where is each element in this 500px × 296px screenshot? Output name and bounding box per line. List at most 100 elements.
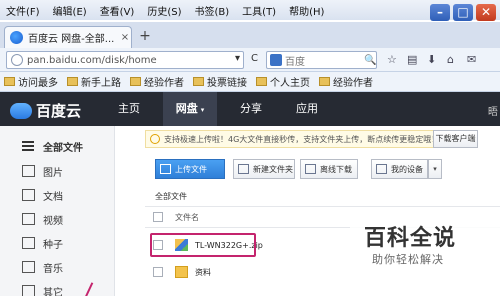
download-client-button[interactable]: 下载客户端	[433, 130, 478, 148]
bookmark-label: 新手上路	[81, 78, 121, 89]
file-name[interactable]: 资料	[195, 267, 211, 278]
document-icon	[22, 189, 35, 201]
nav-apps[interactable]: 应用	[285, 92, 329, 126]
bookmark-label: 投票链接	[207, 78, 247, 89]
watermark-title: 百科全说	[364, 226, 457, 251]
logo-text: 百度云	[36, 102, 82, 120]
bookmark-label: 经验作者	[144, 78, 184, 89]
folder-icon	[319, 77, 330, 86]
menu-tools[interactable]: 工具(T)	[242, 3, 276, 18]
menu-bar: 文件(F) 编辑(E) 查看(V) 历史(S) 书签(B) 工具(T) 帮助(H…	[0, 0, 500, 20]
sidebar-item-label: 图片	[43, 167, 63, 179]
bookmark-item[interactable]: 经验作者	[319, 74, 373, 89]
baidu-header: 百度云 主页 网盘 ▾ 分享 应用 晤	[0, 92, 500, 126]
globe-icon	[11, 54, 23, 66]
menu-help[interactable]: 帮助(H)	[289, 3, 324, 18]
column-filename[interactable]: 文件名	[175, 212, 199, 223]
folder-icon	[175, 266, 188, 278]
sidebar-item-label: 视频	[43, 215, 63, 227]
baidu-favicon-icon	[10, 31, 23, 44]
folder-icon	[193, 77, 204, 86]
minimize-button[interactable]: –	[430, 4, 450, 21]
offline-download-button[interactable]: 离线下载	[300, 159, 358, 179]
search-icon[interactable]: 🔍	[364, 55, 376, 66]
bookmarks-bar: 访问最多 新手上路 经验作者 投票链接 个人主页 经验作者	[0, 72, 500, 92]
notice-banner: 支持极速上传啦！4G大文件直接秒传，支持文件夹上传，断点续传更稳定哦！	[145, 130, 455, 148]
address-bar[interactable]: pan.baidu.com/disk/home	[6, 51, 244, 69]
search-engine-icon[interactable]	[270, 54, 282, 66]
menu-history[interactable]: 历史(S)	[147, 3, 181, 18]
bt-icon	[22, 237, 35, 249]
new-folder-button[interactable]: 新建文件夹	[233, 159, 295, 179]
nav-share[interactable]: 分享	[229, 92, 273, 126]
sidebar-item-all-files[interactable]: 全部文件	[0, 134, 115, 158]
select-all-checkbox[interactable]	[153, 212, 163, 222]
offline-download-icon	[305, 164, 316, 174]
cloud-logo-icon	[10, 102, 32, 119]
chevron-down-icon: ▾	[200, 106, 205, 114]
reload-icon[interactable]: C	[251, 53, 258, 64]
sidebar: 全部文件 图片 文档 视频 种子 音乐 其它	[0, 126, 115, 296]
sidebar-item-other[interactable]: 其它	[0, 279, 115, 296]
navigation-bar: pan.baidu.com/disk/home ▾ C 百度 🔍 ☆ ▤ ⬇ ⌂…	[0, 48, 500, 72]
sidebar-item-label: 文档	[43, 191, 63, 203]
upload-label: 上传文件	[175, 164, 207, 174]
sidebar-item-documents[interactable]: 文档	[0, 183, 115, 207]
other-icon	[22, 285, 35, 296]
breadcrumb[interactable]: 全部文件	[155, 191, 187, 202]
bookmark-item[interactable]: 新手上路	[67, 74, 121, 89]
search-box[interactable]: 百度 🔍	[266, 51, 377, 69]
tab-close-icon[interactable]: ×	[119, 32, 131, 43]
sidebar-item-music[interactable]: 音乐	[0, 255, 115, 279]
upload-button[interactable]: 上传文件	[155, 159, 225, 179]
nav-netdisk-label: 网盘	[175, 102, 198, 115]
bookmarks-list-icon[interactable]: ▤	[407, 53, 417, 66]
nav-netdisk[interactable]: 网盘 ▾	[163, 92, 217, 126]
bookmark-label: 个人主页	[270, 78, 310, 89]
browser-tab[interactable]: 百度云 网盘-全部... ×	[4, 26, 132, 48]
user-name[interactable]: 晤	[488, 103, 498, 118]
folder-icon	[130, 77, 141, 86]
bookmark-item[interactable]: 经验作者	[130, 74, 184, 89]
new-folder-icon	[238, 164, 249, 174]
upload-icon	[160, 164, 171, 174]
bookmark-item[interactable]: 访问最多	[4, 74, 58, 89]
menu-view[interactable]: 查看(V)	[100, 3, 135, 18]
menu-file[interactable]: 文件(F)	[6, 3, 40, 18]
bookmark-item[interactable]: 个人主页	[256, 74, 310, 89]
sidebar-item-label: 其它	[43, 287, 63, 296]
tab-bar: 百度云 网盘-全部... × +	[0, 22, 500, 48]
mail-icon[interactable]: ✉	[467, 53, 476, 66]
sidebar-item-images[interactable]: 图片	[0, 159, 115, 183]
baidu-cloud-logo[interactable]: 百度云	[10, 100, 81, 121]
sidebar-item-torrents[interactable]: 种子	[0, 231, 115, 255]
home-icon[interactable]: ⌂	[447, 53, 454, 66]
nav-home[interactable]: 主页	[107, 92, 151, 126]
download-icon[interactable]: ⬇	[427, 53, 436, 66]
menu-edit[interactable]: 编辑(E)	[53, 3, 87, 18]
sidebar-item-videos[interactable]: 视频	[0, 207, 115, 231]
highlight-box	[150, 233, 256, 257]
row-checkbox[interactable]	[153, 267, 163, 277]
video-icon	[22, 213, 35, 225]
image-icon	[22, 165, 35, 177]
bookmark-item[interactable]: 投票链接	[193, 74, 247, 89]
star-icon[interactable]: ☆	[387, 53, 397, 66]
new-folder-label: 新建文件夹	[253, 164, 293, 174]
new-tab-button[interactable]: +	[137, 28, 153, 44]
menu-bookmarks[interactable]: 书签(B)	[195, 3, 230, 18]
folder-icon	[4, 77, 15, 86]
smiley-icon	[150, 134, 160, 144]
sidebar-item-label: 全部文件	[43, 142, 83, 154]
url-dropdown-icon[interactable]: ▾	[235, 53, 240, 64]
chevron-down-icon[interactable]: ▾	[428, 159, 442, 179]
offline-download-label: 离线下载	[320, 164, 352, 174]
my-devices-label: 我的设备	[391, 164, 423, 174]
folder-icon	[256, 77, 267, 86]
close-window-button[interactable]: ✕	[476, 4, 496, 21]
notice-text: 支持极速上传啦！4G大文件直接秒传，支持文件夹上传，断点续传更稳定哦！	[164, 134, 440, 144]
my-devices-button[interactable]: 我的设备	[371, 159, 428, 179]
list-icon	[22, 140, 35, 152]
sidebar-item-label: 种子	[43, 239, 63, 251]
maximize-button[interactable]: □	[453, 4, 473, 21]
